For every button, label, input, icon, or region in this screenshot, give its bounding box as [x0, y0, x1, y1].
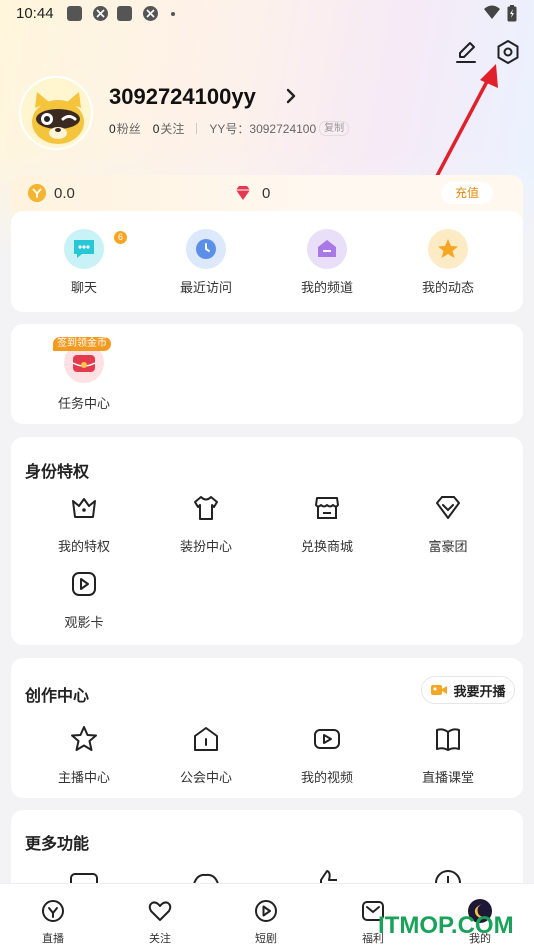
more-notifications-dot [171, 12, 175, 16]
chat-badge: 6 [114, 231, 127, 244]
fans-count[interactable]: 0 [109, 122, 116, 136]
coin-icon [28, 184, 46, 202]
status-bar: 10:44 [0, 0, 534, 28]
diamond-outline-icon [436, 496, 460, 519]
quick-recent-label: 最近访问 [179, 280, 232, 295]
channel-icon [307, 229, 347, 269]
nav-live-label: 直播 [42, 933, 64, 945]
creator-guild[interactable]: 公会中心 [146, 724, 266, 786]
shop-icon [315, 497, 339, 519]
profile-stats: 0 粉丝 0 关注 YY号：3092724100 复制 [109, 120, 350, 137]
diamond-balance[interactable]: 0 [262, 185, 270, 202]
star-outline-icon [71, 726, 97, 751]
copy-button[interactable]: 复制 [319, 121, 350, 136]
wifi-icon [484, 5, 500, 19]
follow-count[interactable]: 0 [153, 122, 160, 136]
divider [196, 123, 198, 134]
nav-live[interactable]: 直播 [23, 898, 83, 946]
live-icon [42, 900, 64, 922]
go-live-button[interactable]: 我要开播 [421, 676, 515, 704]
nav-drama-label: 短剧 [255, 933, 277, 945]
video-icon [314, 729, 340, 749]
identity-privilege[interactable]: 我的特权 [24, 493, 144, 555]
identity-card: 身份特权 我的特权 装扮中心 兑换商城 富豪团 观影卡 [11, 437, 523, 645]
diamond-icon [236, 186, 250, 200]
quick-moments-label: 我的动态 [421, 280, 474, 295]
creator-anchor-label: 主播中心 [57, 770, 110, 785]
star-icon [428, 229, 468, 269]
go-live-label: 我要开播 [453, 683, 506, 699]
username[interactable]: 3092724100yy [109, 84, 256, 110]
quick-channel-label: 我的频道 [300, 280, 353, 295]
identity-shop-label: 兑换商城 [300, 539, 353, 554]
watermark: ITMOP.COM [378, 912, 514, 939]
quick-moments[interactable]: 我的动态 [388, 229, 508, 296]
identity-moviecard[interactable]: 观影卡 [24, 569, 144, 631]
quick-chat-label: 聊天 [70, 280, 97, 295]
nav-drama[interactable]: 短剧 [236, 898, 296, 946]
identity-moviecard-label: 观影卡 [64, 615, 104, 630]
creator-class[interactable]: 直播课堂 [388, 724, 508, 786]
clock-icon [186, 229, 226, 269]
identity-shop[interactable]: 兑换商城 [267, 493, 387, 555]
yy-id: YY号：3092724100 [209, 122, 317, 136]
battery-icon [507, 5, 517, 22]
status-time: 10:44 [16, 5, 54, 22]
play-icon [255, 900, 277, 922]
notification-icon [117, 6, 132, 21]
task-center-label: 任务中心 [57, 396, 110, 411]
nav-follow-label: 关注 [149, 933, 171, 945]
more-title: 更多功能 [25, 836, 90, 853]
book-icon [436, 728, 460, 751]
creator-anchor[interactable]: 主播中心 [24, 724, 144, 786]
recharge-button[interactable]: 充值 [441, 182, 493, 204]
identity-dress-label: 装扮中心 [179, 539, 232, 554]
app-notify-icon [93, 6, 108, 21]
creator-video-label: 我的视频 [300, 770, 353, 785]
identity-rich[interactable]: 富豪团 [388, 493, 508, 555]
identity-title: 身份特权 [25, 464, 90, 481]
creator-guild-label: 公会中心 [179, 770, 232, 785]
chevron-right-icon[interactable] [284, 86, 298, 106]
identity-dress[interactable]: 装扮中心 [146, 493, 266, 555]
crown-icon [72, 498, 96, 518]
follow-label[interactable]: 关注 [160, 120, 184, 137]
notification-icon [67, 6, 82, 21]
identity-privilege-label: 我的特权 [57, 539, 110, 554]
creator-video[interactable]: 我的视频 [267, 724, 387, 786]
quick-channel[interactable]: 我的频道 [267, 229, 387, 296]
avatar[interactable] [19, 76, 93, 150]
fans-label[interactable]: 粉丝 [117, 120, 141, 137]
coin-balance[interactable]: 0.0 [54, 185, 75, 202]
task-tag: 签到领金币 [53, 337, 111, 351]
chat-icon [64, 229, 104, 269]
camera-icon [431, 685, 448, 695]
creator-title: 创作中心 [25, 688, 90, 705]
movie-card-icon [72, 572, 96, 596]
identity-rich-label: 富豪团 [428, 539, 468, 554]
heart-icon [148, 901, 172, 921]
creator-class-label: 直播课堂 [421, 770, 474, 785]
tshirt-icon [194, 496, 218, 520]
task-center[interactable]: 任务中心 [24, 343, 144, 412]
quick-actions-card: 聊天 最近访问 我的频道 我的动态 [11, 211, 523, 312]
nav-follow[interactable]: 关注 [130, 898, 190, 946]
quick-recent[interactable]: 最近访问 [146, 229, 266, 296]
guild-home-icon [194, 727, 218, 751]
app-notify-icon [143, 6, 158, 21]
